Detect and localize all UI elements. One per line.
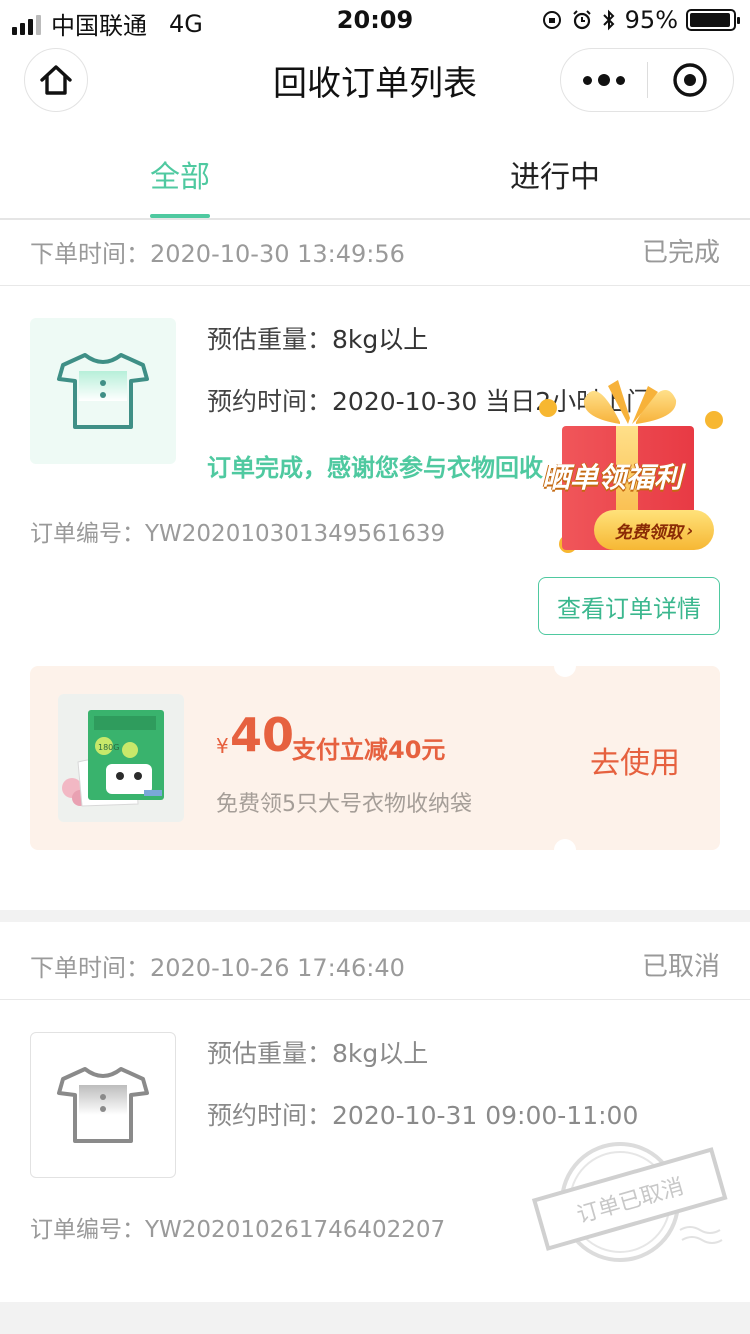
rotation-lock-icon: [542, 11, 561, 29]
target-close-icon: [673, 63, 707, 97]
weight-value: 8kg以上: [332, 325, 429, 354]
coupon-product-image: 180G: [58, 694, 184, 822]
order-time-label: 下单时间：: [30, 954, 150, 982]
appointment-time: 预约时间：2020-10-31 09:00-11:00: [207, 1096, 638, 1132]
bottom-divider: [0, 1302, 750, 1334]
order-time-label: 下单时间：: [30, 240, 150, 268]
order-status: 已完成: [641, 238, 720, 268]
close-mini-program-button[interactable]: [648, 49, 734, 111]
battery-percent: 95%: [624, 6, 678, 34]
tab-in-progress[interactable]: 进行中: [455, 152, 655, 196]
order-time: 下单时间：2020-10-26 17:46:40: [30, 948, 405, 983]
status-bar-right: 95%: [541, 6, 740, 34]
active-tab-indicator: [150, 214, 210, 218]
coupon-card[interactable]: 180G ¥ 40 支付立减40元 免费领5只大号衣物收纳袋 去使用: [30, 655, 720, 861]
estimated-weight: 预估重量：8kg以上: [207, 1034, 428, 1070]
appointment-label: 预约时间：: [207, 1101, 333, 1130]
use-coupon-button[interactable]: 去使用: [590, 738, 680, 782]
status-bar: 中国联通 4G 20:09 95%: [0, 0, 750, 40]
clothing-icon: [57, 353, 149, 429]
more-button[interactable]: [561, 49, 647, 111]
order-thumbnail: [30, 1032, 176, 1178]
order-header: 下单时间：2020-10-26 17:46:40 已取消: [0, 934, 750, 1000]
cancelled-stamp-icon: 订单已取消: [531, 1142, 728, 1262]
order-time: 下单时间：2020-10-30 13:49:56: [30, 234, 405, 269]
free-claim-label: 免费领取: [614, 522, 683, 543]
battery-icon: [686, 9, 740, 31]
mini-program-capsule: [560, 48, 734, 112]
order-tabs: 全部 进行中: [0, 126, 750, 220]
order-status: 已取消: [641, 952, 720, 982]
order-number-label: 订单编号：: [30, 1217, 145, 1243]
weight-label: 预估重量：: [207, 1039, 333, 1068]
storage-bag-product-icon: 180G: [58, 694, 184, 822]
arrow-right-icon: ›: [686, 520, 694, 540]
nav-bar: 回收订单列表: [0, 40, 750, 126]
coupon-title: 支付立减40元: [292, 736, 446, 764]
order-thumbnail: [30, 318, 176, 464]
estimated-weight: 预估重量：8kg以上: [207, 320, 428, 356]
view-order-detail-button[interactable]: 查看订单详情: [538, 577, 720, 635]
order-number-label: 订单编号：: [30, 521, 145, 547]
product-label: 180G: [98, 743, 119, 752]
order-number: 订单编号：YW202010261746402207: [30, 1210, 445, 1244]
weight-value: 8kg以上: [332, 1039, 429, 1068]
order-number: 订单编号：YW202010301349561639: [30, 514, 445, 548]
tab-all[interactable]: 全部: [80, 152, 280, 196]
promo-badge-title: 晒单领福利: [542, 461, 683, 494]
currency-symbol: ¥: [216, 734, 229, 758]
coupon-notch-top: [554, 655, 576, 677]
weight-label: 预估重量：: [207, 325, 333, 354]
clothing-icon: [57, 1067, 149, 1143]
bluetooth-icon: [602, 9, 615, 31]
more-dots-icon: [582, 75, 592, 85]
section-divider: [0, 910, 750, 922]
order-time-value: 2020-10-30 13:49:56: [150, 240, 405, 268]
free-claim-button[interactable]: 免费领取 ›: [594, 510, 714, 550]
order-complete-message: 订单完成，感谢您参与衣物回收: [207, 454, 543, 482]
coupon-amount: 40: [230, 708, 295, 762]
cancelled-stamp: 订单已取消: [530, 1134, 730, 1264]
coupon-subtitle: 免费领5只大号衣物收纳袋: [216, 792, 472, 817]
order-number-value: YW202010301349561639: [145, 521, 446, 547]
order-time-value: 2020-10-26 17:46:40: [150, 954, 405, 982]
order-number-value: YW202010261746402207: [145, 1217, 446, 1243]
appointment-label: 预约时间：: [207, 387, 333, 416]
alarm-icon: [572, 10, 591, 30]
order-header: 下单时间：2020-10-30 13:49:56 已完成: [0, 220, 750, 286]
promo-gift-badge[interactable]: 晒单领福利 免费领取 ›: [538, 378, 728, 558]
coupon-notch-bottom: [554, 839, 576, 861]
appointment-value: 2020-10-31 09:00-11:00: [332, 1101, 639, 1130]
